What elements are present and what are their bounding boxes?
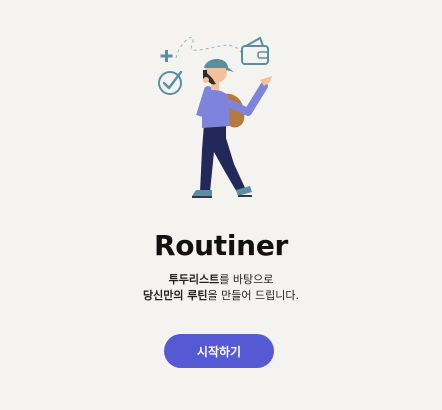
onboarding-screen: Routiner 투두리스트를 바탕으로 당신만의 루틴을 만들어 드립니다. … [0, 0, 442, 410]
intro-line-1-highlight: 투두리스트 [168, 273, 220, 286]
plus-icon [160, 50, 173, 62]
hero-illustration [158, 36, 272, 198]
intro-line-2-highlight: 당신만의 루틴 [142, 289, 208, 302]
intro-line-1: 투두리스트를 바탕으로 [0, 272, 442, 288]
person-character [192, 59, 272, 198]
intro-description: 투두리스트를 바탕으로 당신만의 루틴을 만들어 드립니다. [0, 272, 442, 304]
dashed-path-decoration [175, 37, 243, 59]
intro-line-2: 당신만의 루틴을 만들어 드립니다. [0, 288, 442, 304]
start-button[interactable]: 시작하기 [164, 334, 274, 368]
intro-line-1-text: 를 바탕으로 [219, 273, 274, 286]
checkmark-circle-icon [158, 70, 183, 95]
app-title: Routiner [153, 229, 289, 262]
wallet-icon [241, 36, 269, 65]
intro-line-2-text: 을 만들어 드립니다. [207, 289, 299, 302]
